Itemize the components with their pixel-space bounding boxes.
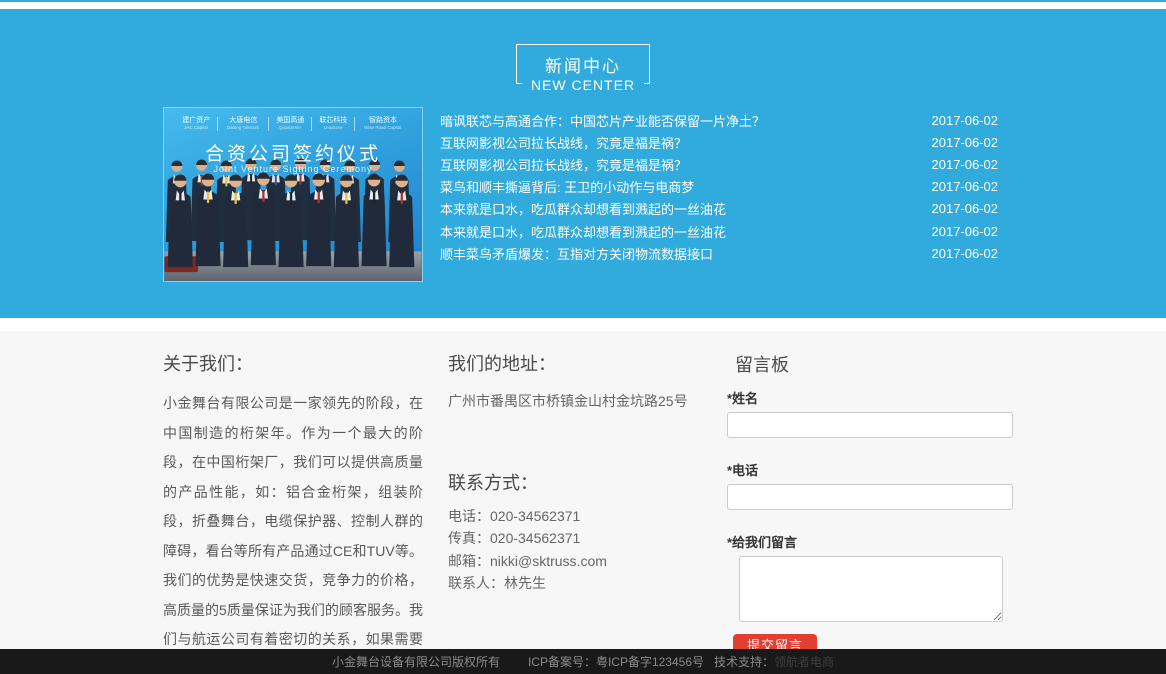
name-label: *姓名 <box>727 388 1013 407</box>
photo-sponsor: 美国高通 Qualcomm <box>269 117 312 131</box>
message-board-column: 留言板 *姓名 *电话 *给我们留言 提交留言 <box>727 345 1013 658</box>
photo-sponsor: 联芯科技 Leadcore <box>312 117 355 131</box>
contact-lines: 电话：020-34562371 传真：020-34562371 邮箱：nikki… <box>448 505 708 595</box>
news-item-link[interactable]: 菜鸟和顺丰撕逼背后: 王卫的小动作与电商梦 <box>440 177 912 196</box>
address-heading: 我们的地址： <box>448 350 708 376</box>
news-item: 暗讽联芯与高通合作：中国芯片产业能否保留一片净土？ 2017-06-02 <box>440 109 998 131</box>
footer-support-label: 技术支持： <box>714 653 774 670</box>
photo-crowd-illustration <box>164 108 422 281</box>
news-item: 互联网影视公司拉长战线，究竟是福是祸？ 2017-06-02 <box>440 153 998 175</box>
news-item-date: 2017-06-02 <box>932 179 999 194</box>
page: 新闻中心 NEW CENTER <box>0 0 1166 674</box>
address-contact-column: 我们的地址： 广州市番禺区市桥镇金山村金坑路25号 联系方式： 电话：020-3… <box>448 350 708 595</box>
footer-support-link[interactable]: 领航者电商 <box>774 653 834 670</box>
phone-field[interactable] <box>727 484 1013 510</box>
news-item-link[interactable]: 本来就是口水，吃瓜群众却想看到溅起的一丝油花 <box>440 222 912 241</box>
footer: 小金舞台设备有限公司版权所有 ICP备案号：粤ICP备字123456号 技术支持… <box>0 649 1166 674</box>
photo-sponsor-row: 建广资产 JAC Capital 大唐电信 Datang Telecom 美国高… <box>164 117 422 131</box>
news-section: 新闻中心 NEW CENTER <box>0 9 1166 318</box>
news-item-link[interactable]: 顺丰菜鸟矛盾爆发：互指对方关闭物流数据接口 <box>440 244 912 263</box>
news-item: 顺丰菜鸟矛盾爆发：互指对方关闭物流数据接口 2017-06-02 <box>440 242 998 264</box>
news-item-link[interactable]: 本来就是口水，吃瓜群众却想看到溅起的一丝油花 <box>440 199 912 218</box>
phone-label: *电话 <box>727 460 1013 479</box>
contact-person: 联系人：林先生 <box>448 572 708 594</box>
photo-sponsor: 智路资本 Wise Road Capital <box>355 117 410 131</box>
news-item: 本来就是口水，吃瓜群众却想看到溅起的一丝油花 2017-06-02 <box>440 198 998 220</box>
news-section-title-box: 新闻中心 NEW CENTER <box>516 44 650 84</box>
footer-icp: ICP备案号：粤ICP备字123456号 <box>528 653 704 670</box>
address-text: 广州市番禺区市桥镇金山村金坑路25号 <box>448 391 708 411</box>
news-item: 互联网影视公司拉长战线，究竟是福是祸？ 2017-06-02 <box>440 131 998 153</box>
news-photo-thumbnail[interactable]: 建广资产 JAC Capital 大唐电信 Datang Telecom 美国高… <box>163 107 423 282</box>
photo-subtitle: Joint Venture Signing Ceremony <box>164 164 422 174</box>
contact-heading: 联系方式： <box>448 469 708 495</box>
news-item-link[interactable]: 互联网影视公司拉长战线，究竟是福是祸？ <box>440 133 912 152</box>
news-section-subtitle: NEW CENTER <box>522 77 644 93</box>
info-section: 关于我们： 小金舞台有限公司是一家领先的阶段，在中国制造的桁架年。作为一个最大的… <box>0 331 1166 649</box>
name-field[interactable] <box>727 412 1013 438</box>
news-section-title: 新闻中心 <box>517 52 649 77</box>
news-item-date: 2017-06-02 <box>932 201 999 216</box>
about-text: 小金舞台有限公司是一家领先的阶段，在中国制造的桁架年。作为一个最大的阶段，在中国… <box>163 389 423 674</box>
news-list: 暗讽联芯与高通合作：中国芯片产业能否保留一片净土？ 2017-06-02 互联网… <box>440 109 998 264</box>
news-item-link[interactable]: 暗讽联芯与高通合作：中国芯片产业能否保留一片净土？ <box>440 111 912 130</box>
news-item-date: 2017-06-02 <box>932 246 999 261</box>
news-item-date: 2017-06-02 <box>932 113 999 128</box>
about-column: 关于我们： 小金舞台有限公司是一家领先的阶段，在中国制造的桁架年。作为一个最大的… <box>163 350 423 674</box>
contact-phone: 电话：020-34562371 <box>448 505 708 527</box>
news-item-date: 2017-06-02 <box>932 135 999 150</box>
news-item: 菜鸟和顺丰撕逼背后: 王卫的小动作与电商梦 2017-06-02 <box>440 176 998 198</box>
photo-title: 合资公司签约仪式 <box>164 139 422 166</box>
contact-email: 邮箱：nikki@sktruss.com <box>448 550 708 572</box>
message-label: *给我们留言 <box>727 532 1013 551</box>
photo-sponsor: 大唐电信 Datang Telecom <box>218 117 269 131</box>
message-board-heading: 留言板 <box>735 351 1013 377</box>
footer-copyright: 小金舞台设备有限公司版权所有 <box>332 653 500 670</box>
news-item-date: 2017-06-02 <box>932 224 999 239</box>
top-accent-line <box>0 0 1166 2</box>
about-heading: 关于我们： <box>163 350 423 376</box>
message-field[interactable] <box>739 556 1003 622</box>
contact-fax: 传真：020-34562371 <box>448 527 708 549</box>
news-item-date: 2017-06-02 <box>932 157 999 172</box>
news-item: 本来就是口水，吃瓜群众却想看到溅起的一丝油花 2017-06-02 <box>440 220 998 242</box>
news-item-link[interactable]: 互联网影视公司拉长战线，究竟是福是祸？ <box>440 155 912 174</box>
photo-sponsor: 建广资产 JAC Capital <box>175 117 218 131</box>
